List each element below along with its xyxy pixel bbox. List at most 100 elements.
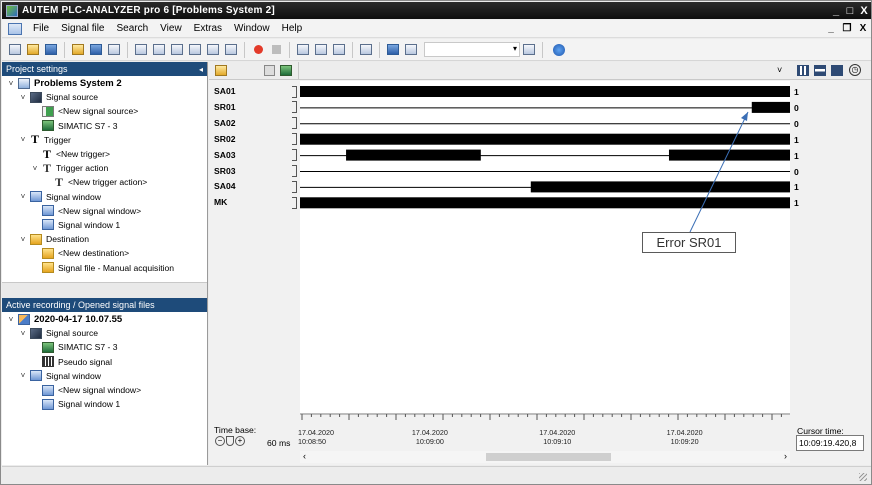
signal-trace-mk[interactable] — [300, 197, 790, 209]
menu-help[interactable]: Help — [276, 23, 309, 34]
tree-item[interactable]: ˅ Signal source — [2, 326, 207, 340]
tree-item[interactable]: ˅ 2020-04-17 10.07.55 — [2, 312, 207, 326]
chevron-down-icon[interactable]: ˅ — [18, 93, 28, 102]
zoom-in-icon[interactable]: + — [235, 436, 245, 446]
help-icon[interactable] — [553, 43, 565, 56]
menu-file[interactable]: File — [27, 23, 55, 34]
export-icon[interactable] — [151, 42, 167, 58]
chevron-down-icon[interactable]: ˅ — [777, 65, 782, 75]
cursor-time-field[interactable]: 10:09:19.420,8 — [796, 435, 864, 451]
save-icon[interactable] — [43, 42, 59, 58]
timebase-slider[interactable] — [226, 436, 234, 446]
tree-item[interactable]: SIMATIC S7 - 3 — [2, 119, 207, 133]
chevron-down-icon[interactable]: ˅ — [18, 235, 28, 244]
tree-item[interactable]: Pseudo signal — [2, 355, 207, 369]
rows-icon[interactable] — [331, 42, 347, 58]
search-next-icon[interactable] — [403, 42, 419, 58]
signal-name[interactable]: SA02 — [214, 118, 236, 128]
tree-item[interactable]: ˅ T Trigger — [2, 133, 207, 147]
save-signal-file-icon[interactable] — [88, 42, 104, 58]
menu-window[interactable]: Window — [228, 23, 276, 34]
signal-trace-sr01[interactable] — [300, 101, 790, 113]
tree-item[interactable]: Signal file - Manual acquisition — [2, 260, 207, 274]
open-folder-icon[interactable] — [25, 42, 41, 58]
chevron-down-icon[interactable]: ˅ — [6, 79, 16, 88]
find-icon[interactable] — [521, 42, 537, 58]
mdi-minimize-button[interactable]: _ — [823, 23, 839, 34]
signal-name[interactable]: SA04 — [214, 181, 236, 191]
scroll-right-icon[interactable]: › — [784, 451, 787, 461]
binoculars-icon[interactable] — [385, 42, 401, 58]
split-view-icon[interactable] — [814, 65, 826, 76]
tree-item[interactable]: <New signal window> — [2, 383, 207, 397]
tree-item[interactable]: <New destination> — [2, 246, 207, 260]
resize-grip-icon[interactable] — [859, 473, 867, 481]
layout-icon[interactable] — [295, 42, 311, 58]
signal-add-icon[interactable] — [215, 65, 227, 76]
columns-icon[interactable] — [313, 42, 329, 58]
clock-icon[interactable]: ◷ — [849, 64, 861, 76]
tree-item[interactable]: T <New trigger action> — [2, 175, 207, 189]
menu-search[interactable]: Search — [110, 23, 154, 34]
pin-icon[interactable]: ◂ — [199, 65, 203, 74]
tree-item[interactable]: <New signal window> — [2, 204, 207, 218]
signal-trace-sr02[interactable] — [300, 133, 790, 145]
scroll-thumb[interactable] — [486, 453, 611, 461]
maximize-button[interactable]: □ — [843, 5, 857, 17]
signal-settings-icon[interactable] — [169, 42, 185, 58]
chevron-down-icon[interactable]: ˅ — [18, 135, 28, 144]
tree-item[interactable]: Signal window 1 — [2, 397, 207, 411]
mdi-close-button[interactable]: X — [855, 23, 871, 34]
menu-signal-file[interactable]: Signal file — [55, 23, 110, 34]
horizontal-scrollbar[interactable]: ‹ › — [300, 451, 790, 463]
tree-item[interactable]: ˅ Signal window — [2, 190, 207, 204]
signal-name[interactable]: SR01 — [214, 102, 236, 112]
tree-item[interactable]: ˅ Signal source — [2, 90, 207, 104]
chevron-down-icon[interactable]: ˅ — [18, 192, 28, 201]
signal-name[interactable]: MK — [214, 197, 227, 207]
minimize-button[interactable]: _ — [829, 5, 843, 17]
image-export-icon[interactable] — [187, 42, 203, 58]
zoom-out-icon[interactable]: − — [215, 436, 225, 446]
chevron-down-icon[interactable]: ˅ — [18, 371, 28, 380]
signal-export-icon[interactable] — [280, 65, 292, 76]
signal-name[interactable]: SA01 — [214, 86, 236, 96]
tree-item[interactable]: Signal window 1 — [2, 218, 207, 232]
tree-item[interactable]: ˅ Destination — [2, 232, 207, 246]
fill-view-icon[interactable] — [831, 65, 843, 76]
menu-extras[interactable]: Extras — [188, 23, 228, 34]
tree-item[interactable]: SIMATIC S7 - 3 — [2, 340, 207, 354]
tree-item[interactable]: ˅ Problems System 2 — [2, 76, 207, 90]
signal-trace-sa04[interactable] — [300, 181, 790, 193]
signal-props-icon[interactable] — [264, 65, 275, 76]
chevron-down-icon[interactable]: ˅ — [30, 164, 40, 173]
signal-name[interactable]: SA03 — [214, 150, 236, 160]
signal-trace-sa03[interactable] — [300, 149, 790, 161]
grid-view-icon[interactable] — [797, 65, 809, 76]
tree-icon[interactable] — [223, 42, 239, 58]
signal-name[interactable]: SR02 — [214, 134, 236, 144]
signal-trace-sa01[interactable] — [300, 86, 790, 97]
open-signal-file-icon[interactable] — [70, 42, 86, 58]
tree-item[interactable]: <New signal source> — [2, 104, 207, 118]
main-toolbar: ▾ — [2, 39, 871, 61]
chevron-down-icon[interactable]: ˅ — [18, 329, 28, 338]
close-button[interactable]: X — [857, 5, 871, 17]
tree-item[interactable]: ˅ Signal window — [2, 369, 207, 383]
settings-icon[interactable] — [358, 42, 374, 58]
tree-item[interactable]: ˅ T Trigger action — [2, 161, 207, 175]
tree-item[interactable]: T <New trigger> — [2, 147, 207, 161]
stop-icon[interactable] — [268, 42, 284, 58]
record-icon[interactable] — [250, 42, 266, 58]
search-icon[interactable] — [133, 42, 149, 58]
new-project-icon[interactable] — [7, 42, 23, 58]
network-icon[interactable] — [205, 42, 221, 58]
chevron-down-icon[interactable]: ˅ — [6, 315, 16, 324]
document-icon[interactable] — [8, 22, 22, 35]
search-combo[interactable]: ▾ — [424, 42, 520, 57]
mdi-restore-button[interactable]: ❐ — [839, 23, 855, 34]
scroll-left-icon[interactable]: ‹ — [303, 451, 306, 461]
print-icon[interactable] — [106, 42, 122, 58]
signal-name[interactable]: SR03 — [214, 166, 236, 176]
menu-view[interactable]: View — [154, 23, 188, 34]
